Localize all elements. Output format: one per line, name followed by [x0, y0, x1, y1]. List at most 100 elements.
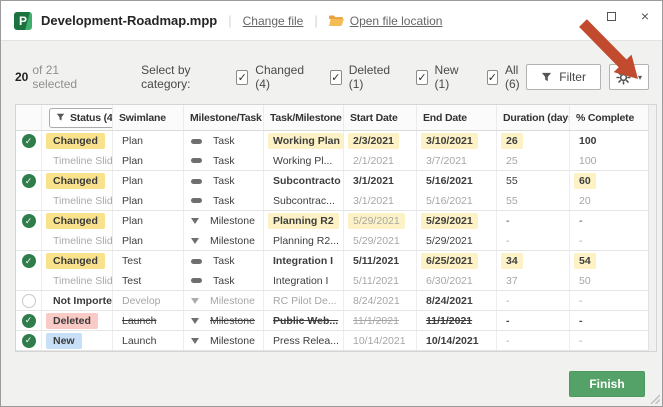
open-file-location-link[interactable]: Open file location: [350, 14, 443, 28]
column-header-swimlane: Swimlane: [113, 105, 184, 130]
status-cell: Timeline Slide: [42, 151, 113, 170]
cell-value: 10/14/2021: [353, 334, 406, 347]
type-cell: Task: [184, 151, 264, 170]
row-selected-check-icon[interactable]: ✓: [21, 313, 36, 328]
table-row[interactable]: ✓ Changed Plan Task Subcontracto 3/1/2021 5/16…: [16, 171, 648, 191]
type-cell: Task: [184, 131, 264, 151]
table-row[interactable]: Not Imported Develop Milestone RC Pilot De.…: [16, 291, 648, 311]
start-date-cell: 5/29/2021: [344, 211, 417, 231]
table-row[interactable]: Timeline Slide Plan Task Subcontrac... 3/1/2…: [16, 191, 648, 211]
table-scrollbar[interactable]: [648, 105, 656, 351]
category-checkbox[interactable]: ✓: [486, 69, 498, 85]
percent-complete-cell: -: [570, 291, 648, 310]
row-selected-check-icon[interactable]: ✓: [21, 254, 36, 268]
table-row[interactable]: ✓ Changed Plan Milestone Planning R2 5/29/202…: [16, 211, 648, 231]
maximize-button[interactable]: [594, 5, 628, 27]
type-cell: Task: [184, 171, 264, 191]
cell-value: 25: [506, 154, 518, 167]
swimlane-cell: Plan: [113, 211, 184, 231]
status-cell: Timeline Slide: [42, 191, 113, 210]
cell-value: 6/25/2021: [421, 253, 478, 269]
percent-complete-cell: 100: [570, 151, 648, 170]
status-badge: New: [46, 332, 82, 349]
title-cell: Working Plan: [264, 131, 344, 151]
duration-cell: 55: [497, 171, 570, 191]
duration-cell: 34: [497, 251, 570, 271]
end-date-cell: 10/14/2021: [417, 331, 497, 350]
cell-value: Plan: [122, 135, 144, 147]
start-date-cell: 2/3/2021: [344, 131, 417, 151]
table-row[interactable]: Timeline Slide Plan Task Working Pl... 2/1/2…: [16, 151, 648, 171]
row-selected-check-icon[interactable]: ✓: [21, 333, 36, 348]
start-date-cell: 5/11/2021: [344, 271, 417, 290]
table-row[interactable]: ✓ Changed Plan Task Working Plan 2/3/2021 3/10…: [16, 131, 648, 151]
maximize-icon: [606, 11, 616, 21]
category-checkbox[interactable]: ✓: [416, 69, 428, 85]
change-file-link[interactable]: Change file: [243, 14, 304, 28]
cell-value: -: [579, 234, 583, 247]
cell-value: 5/11/2021: [353, 255, 400, 267]
cell-value: Develop: [122, 294, 161, 307]
title-cell: Planning R2: [264, 211, 344, 231]
column-header-type: Milestone/Task: [184, 105, 264, 130]
finish-button[interactable]: Finish: [569, 371, 645, 397]
import-dialog-window: P Development-Roadmap.mpp | Change file …: [0, 0, 663, 407]
category-checkbox[interactable]: ✓: [236, 69, 249, 85]
duration-cell: 55: [497, 191, 570, 210]
category-checkbox-label: New (1): [434, 63, 459, 91]
cell-value: RC Pilot De...: [273, 294, 337, 307]
column-header-duration: Duration (days): [497, 105, 570, 130]
status-cell: Not Imported: [42, 291, 113, 310]
cell-value: -: [506, 314, 510, 327]
column-header-pct: % Complete: [576, 111, 635, 124]
table-row[interactable]: Timeline Slide Plan Milestone Planning R2..…: [16, 231, 648, 251]
milestone-icon: [191, 237, 199, 244]
task-icon: [191, 178, 202, 184]
task-icon: [191, 158, 202, 163]
cell-value: Plan: [122, 234, 144, 247]
cell-value: Task: [213, 135, 235, 147]
cell-value: 100: [579, 135, 597, 147]
table-row[interactable]: Timeline Slide Test Task Integration I 5/11/…: [16, 271, 648, 291]
table-row[interactable]: ✓ Changed Test Task Integration I 5/11/2021 6/…: [16, 251, 648, 271]
column-header-status: Status (4)▾: [42, 105, 113, 130]
status-cell: New: [42, 331, 113, 350]
table-row[interactable]: ✓ New Launch Milestone Press Relea... 10/14/2…: [16, 331, 648, 351]
select-cell: [16, 191, 42, 210]
column-header-check: [16, 105, 42, 130]
type-cell: Task: [184, 251, 264, 271]
end-date-cell: 5/29/2021: [417, 231, 497, 250]
status-filter-dropdown[interactable]: Status (4)▾: [49, 107, 112, 128]
task-icon: [191, 278, 202, 283]
end-date-cell: 6/25/2021: [417, 251, 497, 271]
milestone-icon: [191, 218, 199, 224]
status-badge: Changed: [46, 253, 105, 269]
duration-cell: 26: [497, 131, 570, 151]
resize-grip[interactable]: [650, 394, 660, 404]
title-cell: Planning R2...: [264, 231, 344, 250]
cell-value: 6/30/2021: [426, 274, 473, 287]
timeline-slide-label: Timeline Slide: [53, 194, 113, 207]
row-selected-check-icon[interactable]: ✓: [21, 174, 36, 188]
row-unselected-circle-icon[interactable]: [21, 293, 36, 308]
filter-button[interactable]: Filter: [526, 64, 601, 90]
end-date-cell: 8/24/2021: [417, 291, 497, 310]
row-selected-check-icon[interactable]: ✓: [21, 134, 36, 148]
category-option: ✓ Changed (4): [236, 63, 307, 91]
settings-dropdown-button[interactable]: ▾: [608, 64, 649, 90]
cell-value: 3/10/2021: [421, 133, 478, 149]
select-cell: [16, 151, 42, 170]
task-icon: [191, 258, 202, 264]
cell-value: 5/29/2021: [421, 213, 478, 229]
cell-value: Milestone: [210, 215, 255, 227]
close-button[interactable]: ×: [628, 5, 662, 27]
row-selected-check-icon[interactable]: ✓: [21, 214, 36, 228]
select-cell: ✓: [16, 251, 42, 271]
table-row[interactable]: ✓ Deleted Launch Milestone Public Web... 11/1…: [16, 311, 648, 331]
cell-value: 11/1/2021: [426, 314, 473, 327]
category-checkbox[interactable]: ✓: [329, 69, 342, 85]
start-date-cell: 8/24/2021: [344, 291, 417, 310]
cell-value: Task: [213, 194, 235, 207]
cell-value: 55: [506, 175, 518, 187]
cell-value: 2/3/2021: [348, 133, 399, 149]
